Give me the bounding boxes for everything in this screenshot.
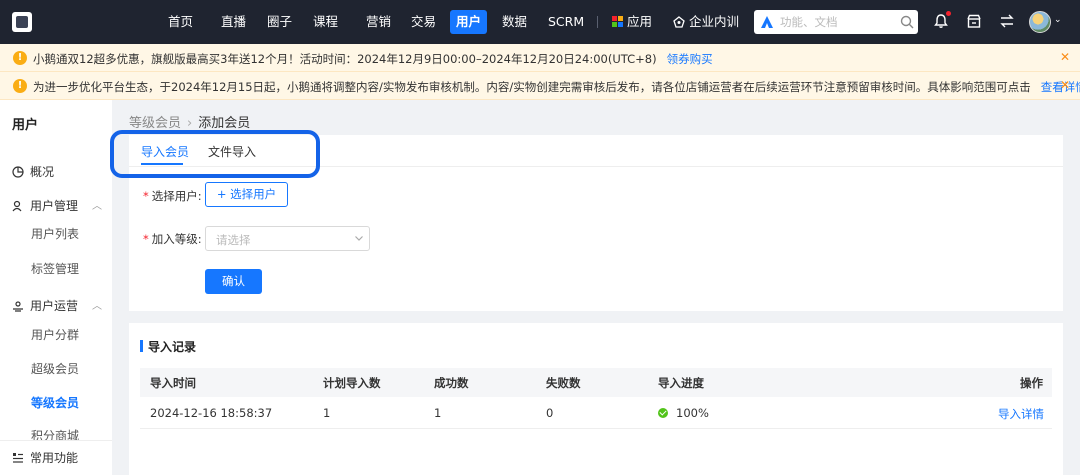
brand-search-icon [761, 16, 773, 28]
nav-home[interactable]: 首页 [168, 0, 193, 44]
column-header: 导入进度 [658, 376, 704, 390]
cell-time: 2024-12-16 18:58:37 [150, 406, 273, 420]
sidebar-item-common[interactable]: 常用功能 [12, 449, 78, 466]
select-user-button[interactable]: + 选择用户 [205, 182, 288, 207]
pie-chart-icon [12, 166, 24, 178]
avatar[interactable] [1029, 11, 1051, 33]
column-header: 操作 [1020, 376, 1043, 390]
notice-promo-message: 小鹅通双12超多优惠，旗舰版最高买3年送12个月！活动时间：2024年12月9日… [33, 52, 657, 66]
switch-icon[interactable] [999, 13, 1015, 29]
sidebar-item-label: 用户运营 [30, 299, 79, 313]
close-icon[interactable]: ✕ [1060, 78, 1070, 92]
column-header: 计划导入数 [323, 376, 381, 390]
logo-icon[interactable] [12, 12, 32, 32]
notice-promo-link[interactable]: 领券购买 [667, 52, 713, 66]
notice-policy-text: 为进一步优化平台生态，于2024年12月15日起，小鹅通将调整内容/实物发布审核… [33, 79, 1080, 95]
chevron-down-icon [355, 236, 363, 241]
nav-user[interactable]: 用户 [450, 10, 488, 34]
select-user-label-text: 选择用户: [151, 189, 202, 203]
menu-icon [13, 453, 23, 463]
search-icon[interactable] [900, 15, 914, 29]
breadcrumb: 等级会员 › 添加会员 [129, 112, 250, 131]
nav-divider [597, 16, 598, 28]
sidebar-item-user-group[interactable]: 用户分群 [31, 326, 79, 343]
sidebar-item-label: 概况 [30, 165, 55, 179]
import-records-title: 导入记录 [148, 340, 197, 354]
apps-grid-icon [612, 16, 623, 27]
user-icon [12, 200, 22, 212]
breadcrumb-current: 添加会员 [198, 116, 251, 131]
sidebar-item-super-member[interactable]: 超级会员 [31, 360, 79, 377]
sidebar-item-user-mgmt[interactable]: 用户管理 [12, 197, 78, 214]
level-label-text: 加入等级: [151, 232, 202, 246]
level-label: * 加入等级: [143, 231, 202, 247]
nav-training[interactable]: 企业内训 [673, 0, 739, 44]
store-icon[interactable] [966, 13, 982, 29]
select-user-label: * 选择用户: [143, 188, 202, 204]
sidebar-item-user-ops[interactable]: 用户运营 [12, 297, 78, 314]
nav-circle[interactable]: 圈子 [267, 0, 292, 44]
table-row: 2024-12-16 18:58:37 1 1 0 100% 导入详情 [140, 397, 1052, 429]
operations-icon [13, 301, 23, 312]
column-header: 失败数 [546, 376, 581, 390]
nav-apps-label: 应用 [627, 14, 653, 29]
column-header: 导入时间 [150, 376, 196, 390]
breadcrumb-parent[interactable]: 等级会员 [129, 116, 181, 131]
notice-policy-message: 为进一步优化平台生态，于2024年12月15日起，小鹅通将调整内容/实物发布审核… [33, 80, 1031, 94]
sidebar-item-tag-mgmt[interactable]: 标签管理 [31, 260, 79, 277]
search-box[interactable] [754, 10, 918, 34]
check-circle-icon [658, 408, 668, 418]
cell-progress: 100% [658, 406, 709, 420]
notice-policy: ! 为进一步优化平台生态，于2024年12月15日起，小鹅通将调整内容/实物发布… [0, 72, 1080, 100]
required-mark: * [143, 189, 149, 203]
required-mark: * [143, 232, 149, 246]
sidebar-item-label: 常用功能 [30, 451, 79, 465]
nav-course[interactable]: 课程 [313, 0, 338, 44]
section-accent-bar [140, 340, 143, 352]
level-select[interactable]: 请选择 [205, 226, 370, 251]
nav-marketing[interactable]: 营销 [366, 0, 391, 44]
notice-promo-text: 小鹅通双12超多优惠，旗舰版最高买3年送12个月！活动时间：2024年12月9日… [33, 51, 713, 67]
top-navbar: 首页 直播 圈子 课程 营销 交易 用户 数据 SCRM 应用 企业内训 ⌄ [0, 0, 1080, 44]
cell-success: 1 [434, 406, 442, 420]
nav-scrm[interactable]: SCRM [548, 0, 584, 44]
progress-value: 100% [676, 406, 709, 420]
sidebar-item-overview[interactable]: 概况 [12, 163, 54, 180]
nav-apps[interactable]: 应用 [612, 0, 652, 44]
sidebar: 用户 概况 用户管理 ︿ 用户列表 标签管理 用户运营 ︿ 用户分群 超级会员 … [0, 100, 112, 475]
close-icon[interactable]: ✕ [1060, 50, 1070, 64]
warning-icon: ! [13, 79, 27, 93]
notification-dot [946, 11, 951, 16]
chevron-up-icon[interactable]: ︿ [92, 297, 102, 312]
import-detail-link[interactable]: 导入详情 [998, 406, 1044, 422]
training-icon [673, 16, 685, 28]
confirm-button[interactable]: 确认 [205, 269, 262, 294]
nav-training-label: 企业内训 [689, 14, 740, 29]
annotation-highlight-box [110, 130, 320, 178]
sidebar-footer: 常用功能 [0, 440, 112, 475]
search-input[interactable] [780, 13, 890, 31]
sidebar-item-label: 用户管理 [30, 199, 79, 213]
sidebar-item-level-member[interactable]: 等级会员 [31, 394, 79, 411]
sidebar-item-user-list[interactable]: 用户列表 [31, 225, 79, 242]
nav-trade[interactable]: 交易 [411, 0, 436, 44]
column-header: 成功数 [434, 376, 469, 390]
nav-data[interactable]: 数据 [502, 0, 527, 44]
chevron-down-icon[interactable]: ⌄ [1054, 15, 1062, 25]
level-select-placeholder: 请选择 [216, 233, 251, 247]
cell-failed: 0 [546, 406, 554, 420]
nav-live[interactable]: 直播 [221, 0, 246, 44]
notice-promo: ! 小鹅通双12超多优惠，旗舰版最高买3年送12个月！活动时间：2024年12月… [0, 44, 1080, 72]
chevron-up-icon[interactable]: ︿ [92, 197, 102, 212]
chevron-right-icon: › [187, 116, 193, 131]
import-records-card: 导入记录 导入时间 计划导入数 成功数 失败数 导入进度 操作 2024-12-… [129, 323, 1063, 475]
cell-planned: 1 [323, 406, 331, 420]
warning-icon: ! [13, 51, 27, 65]
sidebar-title: 用户 [12, 118, 39, 133]
table-header: 导入时间 计划导入数 成功数 失败数 导入进度 操作 [140, 368, 1052, 397]
